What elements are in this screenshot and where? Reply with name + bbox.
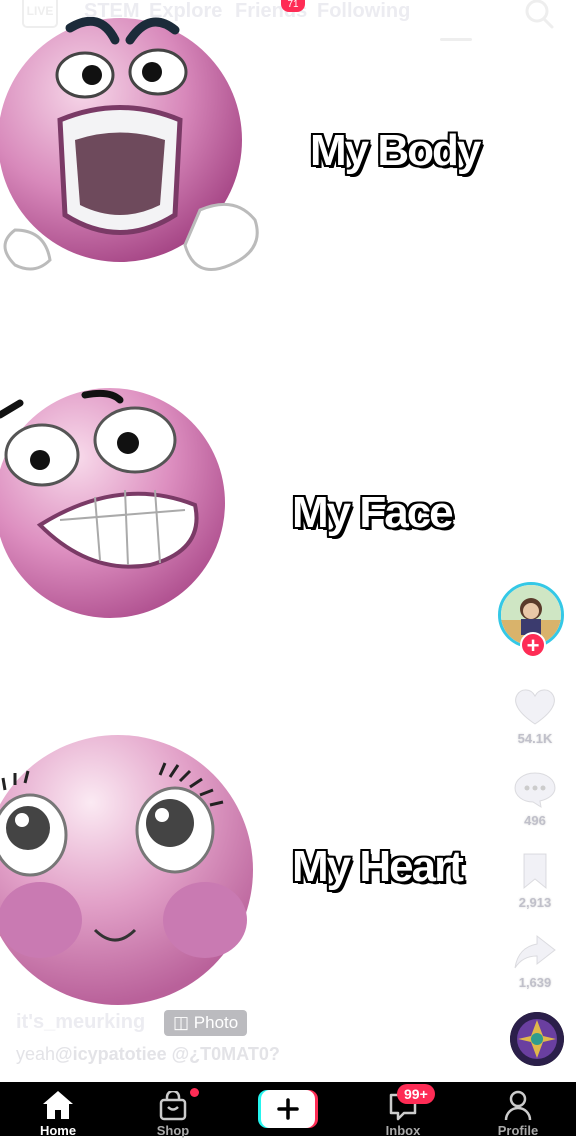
carousel-dot	[297, 985, 303, 991]
caption-my-face: My Face	[292, 488, 454, 537]
grimacing-emoji-image	[0, 388, 225, 618]
carousel-dots[interactable]	[258, 978, 318, 991]
shop-notification-dot	[190, 1088, 199, 1097]
search-icon[interactable]	[524, 0, 554, 30]
carousel-dot	[258, 985, 264, 991]
photo-badge-label: Photo	[193, 1013, 239, 1032]
tab-following[interactable]: Following	[317, 0, 410, 23]
photo-post-feed[interactable]: My Body My Face My Heart LIVE STEM Explo…	[0, 0, 576, 1082]
blushing-emoji-image	[0, 735, 253, 1005]
description-mentions[interactable]: @icypatotiee @¿T0MAT0?	[55, 1044, 280, 1064]
tab-explore[interactable]: Explore	[149, 0, 222, 23]
share-arrow-icon	[514, 934, 556, 969]
comment-icon	[514, 772, 556, 809]
tab-stem[interactable]: STEM	[84, 0, 140, 23]
comment-action[interactable]: 496	[505, 770, 565, 828]
heart-icon	[515, 689, 555, 725]
photo-icon: ◫	[173, 1013, 190, 1032]
creator-username[interactable]: it's_meurking	[16, 1011, 145, 1034]
shopping-bag-icon	[159, 1091, 187, 1121]
nav-profile[interactable]: Profile	[468, 1082, 568, 1138]
carousel-dot	[284, 985, 290, 991]
carousel-dot	[271, 985, 277, 991]
nav-shop[interactable]: Shop	[123, 1082, 223, 1138]
friends-notification-badge: 71	[281, 0, 305, 12]
bookmark-action[interactable]: 2,913	[505, 852, 565, 910]
like-action[interactable]: 54.1K	[505, 686, 565, 746]
description-text: yeah	[16, 1044, 56, 1064]
create-plus-button[interactable]	[258, 1090, 318, 1128]
home-icon	[43, 1091, 73, 1119]
creator-avatar[interactable]: +	[498, 582, 570, 658]
share-action[interactable]: 1,639	[505, 932, 565, 990]
comment-count: 496	[524, 813, 546, 828]
photo-type-badge: ◫ Photo	[164, 1010, 248, 1036]
share-count: 1,639	[518, 975, 552, 990]
like-count: 54.1K	[517, 731, 553, 746]
bookmark-icon	[523, 853, 547, 890]
bookmark-count: 2,913	[518, 895, 552, 910]
music-disc-artwork	[510, 1012, 564, 1066]
caption-my-body: My Body	[310, 126, 481, 175]
tab-for-you[interactable]: For You	[421, 0, 495, 23]
profile-icon	[504, 1090, 532, 1121]
follow-plus-button[interactable]: +	[520, 632, 546, 658]
inbox-count-badge: 99+	[397, 1084, 435, 1104]
live-icon[interactable]: LIVE	[22, 0, 58, 28]
post-description[interactable]: yeah@icypatotiee @¿T0MAT0?	[16, 1044, 280, 1065]
caption-my-heart: My Heart	[292, 842, 464, 891]
bottom-navigation: Home Shop Inbox Profile	[0, 1082, 576, 1138]
nav-home[interactable]: Home	[8, 1082, 108, 1138]
music-disc[interactable]	[510, 1012, 564, 1066]
top-navigation: LIVE STEM Explore Friends 71 Following F…	[0, 0, 576, 48]
active-tab-indicator	[440, 38, 472, 41]
